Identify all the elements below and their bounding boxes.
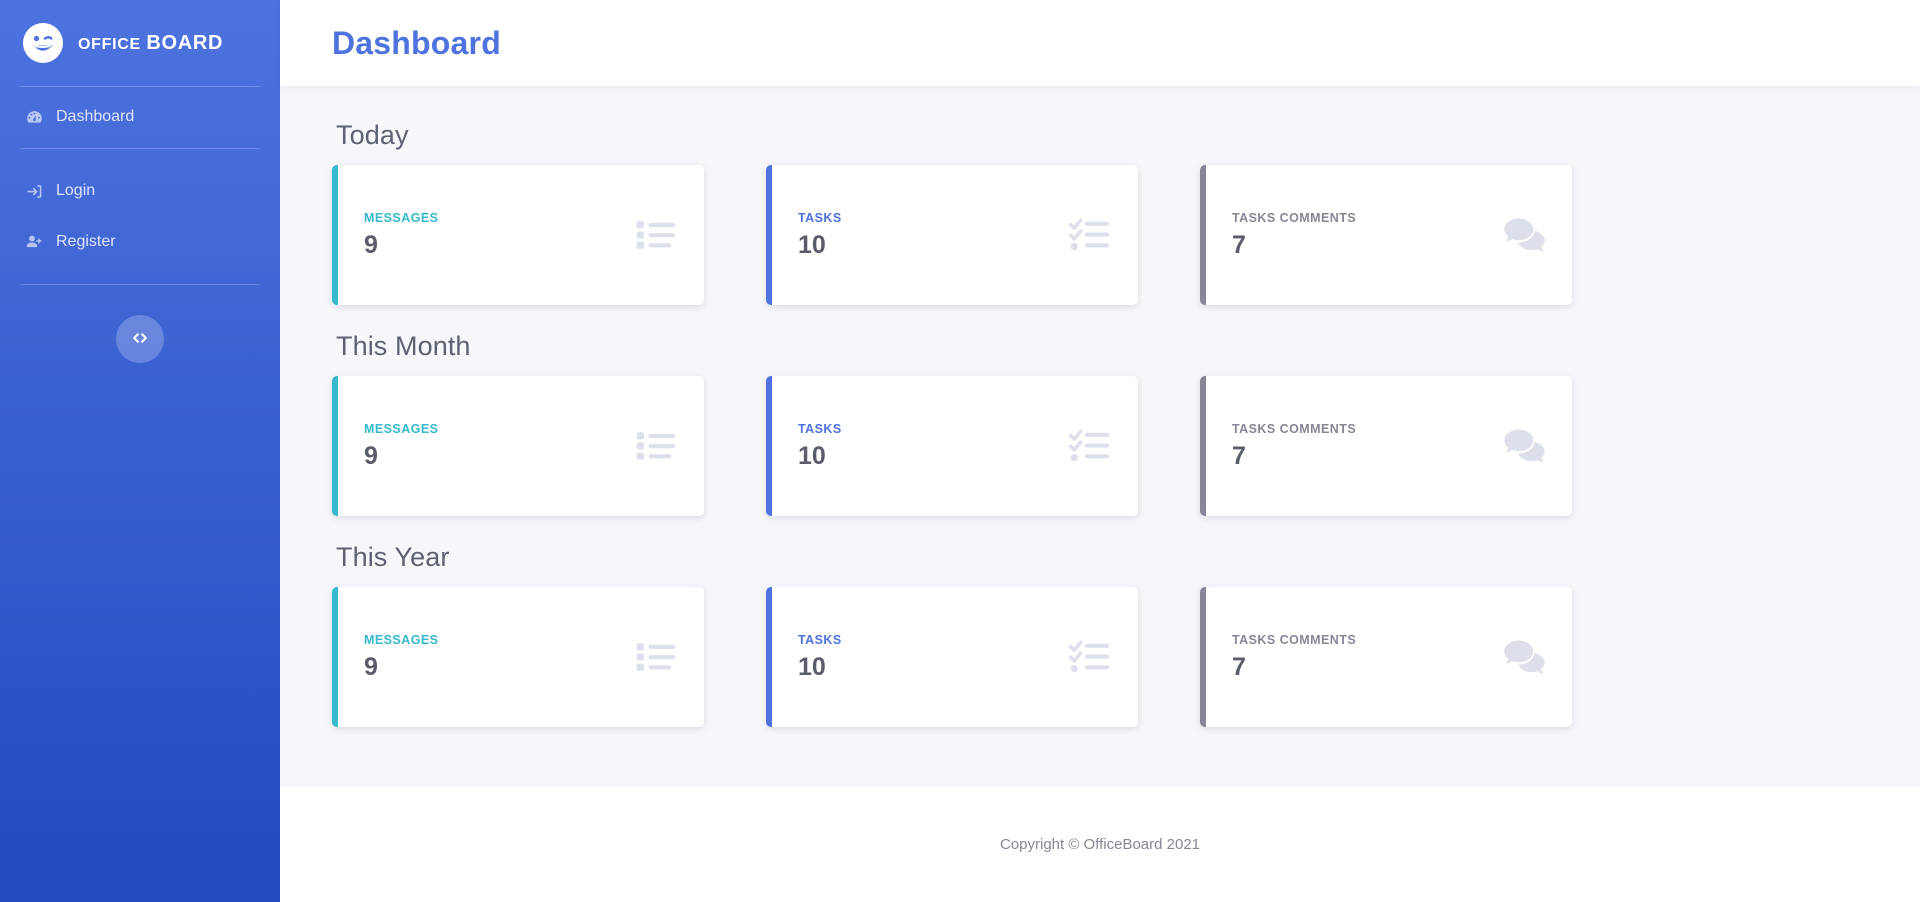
stat-label: TASKS xyxy=(798,421,842,436)
brand-name-thin: OFFICE xyxy=(78,35,141,53)
sidebar-nav-primary: Dashboard xyxy=(0,87,280,148)
section-this-month: This Month MESSAGES 9 TASKS 10 TASKS COM… xyxy=(332,331,1868,516)
stat-value: 10 xyxy=(798,441,826,470)
section-today: Today MESSAGES 9 TASKS 10 TASKS COMMENTS… xyxy=(332,120,1868,305)
main-area: Dashboard Today MESSAGES 9 TASKS 10 TASK… xyxy=(280,0,1920,902)
stat-text: TASKS COMMENTS 7 xyxy=(1232,422,1356,471)
sidebar-toggle-button[interactable] xyxy=(116,315,164,364)
stat-text: TASKS 10 xyxy=(798,211,842,260)
stat-label: TASKS COMMENTS xyxy=(1232,210,1357,225)
section-title: Today xyxy=(336,120,409,150)
stat-label: MESSAGES xyxy=(364,632,439,647)
stat-text: MESSAGES 9 xyxy=(364,422,438,471)
sidebar-item-register[interactable]: Register xyxy=(0,212,280,263)
tasks-icon xyxy=(1068,424,1112,468)
sidebar-item-label: Login xyxy=(56,181,96,199)
stat-text: MESSAGES 9 xyxy=(364,633,438,682)
stat-card-tasks[interactable]: TASKS 10 xyxy=(766,587,1138,727)
list-ul-icon xyxy=(634,635,678,679)
stat-value: 10 xyxy=(798,230,826,259)
topbar: Dashboard xyxy=(280,0,1920,86)
section-title: This Month xyxy=(336,331,471,361)
stat-text: TASKS COMMENTS 7 xyxy=(1232,633,1356,682)
app-root: OFFICE BOARD Dashboard Login Register Da… xyxy=(0,0,1920,902)
stat-label: TASKS COMMENTS xyxy=(1232,632,1357,647)
section-this-year: This Year MESSAGES 9 TASKS 10 TASKS COMM… xyxy=(332,542,1868,727)
stat-card-tasks-comments[interactable]: TASKS COMMENTS 7 xyxy=(1200,165,1572,305)
list-ul-icon xyxy=(634,424,678,468)
stat-text: TASKS COMMENTS 7 xyxy=(1232,211,1356,260)
code-icon xyxy=(130,328,150,351)
card-row: MESSAGES 9 TASKS 10 TASKS COMMENTS 7 xyxy=(332,587,1868,727)
dashboard-content: Today MESSAGES 9 TASKS 10 TASKS COMMENTS… xyxy=(280,86,1920,787)
sidebar: OFFICE BOARD Dashboard Login Register xyxy=(0,0,280,902)
stat-card-messages[interactable]: MESSAGES 9 xyxy=(332,376,704,516)
stat-label: TASKS COMMENTS xyxy=(1232,421,1357,436)
comments-icon xyxy=(1502,213,1546,257)
comments-icon xyxy=(1502,424,1546,468)
user-plus-icon xyxy=(24,232,44,252)
sidebar-item-dashboard[interactable]: Dashboard xyxy=(0,97,280,138)
stat-card-messages[interactable]: MESSAGES 9 xyxy=(332,165,704,305)
card-row: MESSAGES 9 TASKS 10 TASKS COMMENTS 7 xyxy=(332,376,1868,516)
stat-label: TASKS xyxy=(798,632,842,647)
tasks-icon xyxy=(1068,213,1112,257)
sign-in-icon xyxy=(24,181,44,201)
tachometer-icon xyxy=(24,107,44,127)
section-title: This Year xyxy=(336,542,450,572)
stat-label: TASKS xyxy=(798,210,842,225)
stat-card-tasks[interactable]: TASKS 10 xyxy=(766,376,1138,516)
stat-card-tasks-comments[interactable]: TASKS COMMENTS 7 xyxy=(1200,376,1572,516)
sidebar-item-label: Register xyxy=(56,232,116,250)
stat-value: 7 xyxy=(1232,230,1246,259)
stat-value: 7 xyxy=(1232,441,1246,470)
copyright-text: Copyright © OfficeBoard 2021 xyxy=(999,836,1201,853)
sidebar-toggle-wrap xyxy=(0,285,280,364)
stat-text: TASKS 10 xyxy=(798,633,842,682)
stat-card-messages[interactable]: MESSAGES 9 xyxy=(332,587,704,727)
sidebar-item-label: Dashboard xyxy=(56,108,135,125)
sidebar-item-login[interactable]: Login xyxy=(0,171,280,212)
smiley-wink-icon xyxy=(22,22,64,64)
stat-label: MESSAGES xyxy=(364,210,439,225)
stat-value: 9 xyxy=(364,230,378,259)
brand-text: OFFICE BOARD xyxy=(78,32,223,55)
stat-card-tasks-comments[interactable]: TASKS COMMENTS 7 xyxy=(1200,587,1572,727)
list-ul-icon xyxy=(634,213,678,257)
tasks-icon xyxy=(1068,635,1112,679)
stat-value: 7 xyxy=(1232,652,1246,681)
stat-value: 10 xyxy=(798,652,826,681)
sidebar-nav-auth: Login Register xyxy=(0,149,280,285)
stat-value: 9 xyxy=(364,441,378,470)
brand[interactable]: OFFICE BOARD xyxy=(0,0,280,86)
footer: Copyright © OfficeBoard 2021 xyxy=(280,787,1920,902)
brand-name-bold: BOARD xyxy=(146,31,224,54)
page-title: Dashboard xyxy=(332,24,501,61)
stat-card-tasks[interactable]: TASKS 10 xyxy=(766,165,1138,305)
comments-icon xyxy=(1502,635,1546,679)
stat-text: TASKS 10 xyxy=(798,422,842,471)
stat-text: MESSAGES 9 xyxy=(364,211,438,260)
stat-label: MESSAGES xyxy=(364,421,439,436)
stat-value: 9 xyxy=(364,652,378,681)
card-row: MESSAGES 9 TASKS 10 TASKS COMMENTS 7 xyxy=(332,165,1868,305)
